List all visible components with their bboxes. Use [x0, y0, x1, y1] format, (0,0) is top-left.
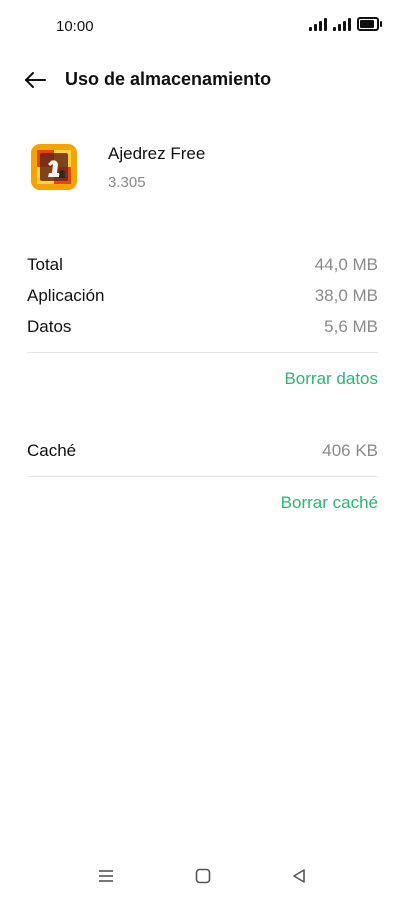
cache-value: 406 KB	[322, 441, 378, 460]
home-button[interactable]	[191, 864, 215, 888]
divider	[27, 476, 378, 477]
storage-row-app: Aplicación 38,0 MB	[27, 282, 378, 310]
signal-1-icon	[309, 17, 327, 31]
back-triangle-icon	[293, 869, 305, 883]
navigation-bar	[0, 860, 405, 896]
menu-button[interactable]	[94, 864, 118, 888]
back-button[interactable]	[22, 66, 50, 94]
app-version: 3.305	[108, 174, 146, 191]
storage-row-data: Datos 5,6 MB	[27, 313, 378, 341]
cache-row: Caché 406 KB	[27, 437, 378, 465]
menu-icon	[99, 870, 113, 882]
battery-fill	[360, 20, 374, 28]
storage-label: Aplicación	[27, 286, 105, 305]
status-icons	[309, 17, 382, 31]
storage-label: Total	[27, 255, 63, 274]
battery-icon	[357, 17, 382, 31]
divider	[27, 352, 378, 353]
nav-back-button[interactable]	[287, 864, 311, 888]
app-header: Uso de almacenamiento	[0, 58, 405, 102]
cache-label: Caché	[27, 441, 77, 460]
chess-app-icon	[30, 143, 78, 191]
storage-value: 44,0 MB	[314, 255, 378, 274]
arrow-left-icon	[25, 72, 46, 88]
storage-value: 5,6 MB	[324, 317, 378, 336]
page-title: Uso de almacenamiento	[65, 69, 272, 89]
status-time: 10:00	[56, 18, 94, 35]
status-bar: 10:00	[0, 0, 405, 52]
signal-2-icon	[333, 17, 351, 31]
home-square-icon	[195, 868, 211, 884]
storage-label: Datos	[27, 317, 72, 336]
clear-cache-button[interactable]: Borrar caché	[281, 493, 378, 513]
storage-value: 38,0 MB	[314, 286, 378, 305]
app-name: Ajedrez Free	[108, 144, 206, 163]
clear-data-button[interactable]: Borrar datos	[284, 369, 378, 389]
storage-row-total: Total 44,0 MB	[27, 251, 378, 279]
